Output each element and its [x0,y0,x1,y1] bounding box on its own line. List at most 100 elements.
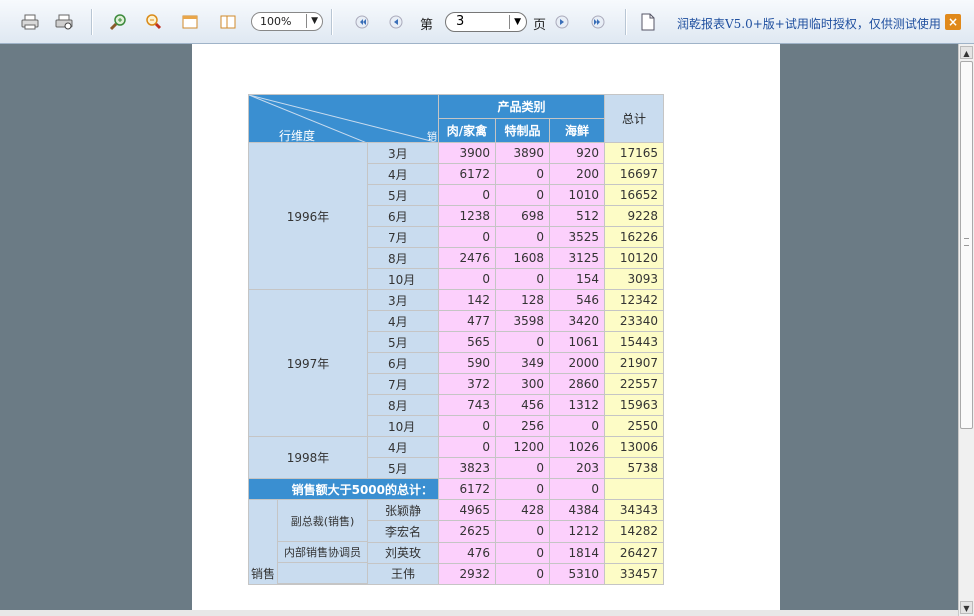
print-icon[interactable] [20,13,40,31]
scrollbar-thumb[interactable] [960,61,973,429]
value-cell: 3890 [495,142,550,164]
value-cell: 0 [495,268,550,290]
value-cell: 3525 [549,226,605,248]
value-cell: 2000 [549,352,605,374]
value-cell: 2625 [438,520,496,543]
page-number-select[interactable]: 3 ▼ [445,12,527,32]
value-cell: 372 [438,373,496,395]
value-cell: 0 [495,562,550,586]
value-cell: 2476 [438,247,496,269]
value-cell: 0 [438,268,496,290]
value-cell: 2860 [549,373,605,395]
value-cell: 1061 [549,331,605,353]
value-cell: 1814 [549,541,605,564]
column-dimension-label: 销 [427,132,437,143]
total-cell: 5738 [604,457,664,479]
table-row: 销售 副总裁(销售) 内部销售协调员 张颖静 4965 428 4384 34343 [248,498,664,585]
export-icon[interactable] [180,13,200,31]
total-cell: 13006 [604,436,664,458]
value-cell: 512 [549,205,605,227]
month-cell: 6月 [367,352,439,374]
close-icon[interactable]: × [945,14,961,30]
month-cell: 5月 [367,457,439,479]
value-cell: 1200 [495,436,550,458]
total-cell: 23340 [604,310,664,332]
table-row: 1997年 3月 142 128 546 12342 [248,289,664,437]
total-cell: 10120 [604,247,664,269]
value-cell: 1312 [549,394,605,416]
value-cell: 5310 [549,562,605,586]
page-label-prefix: 第 [420,18,434,33]
month-cell: 6月 [367,205,439,227]
total-cell: 14282 [604,520,664,543]
employee-name-cell: 李宏名 [367,520,439,543]
value-cell: 1010 [549,184,605,206]
value-cell: 2932 [438,562,496,586]
month-cell: 4月 [367,436,439,458]
job-title-cell: 副总裁(销售) [278,501,367,542]
value-cell: 0 [495,541,550,564]
value-cell: 0 [495,331,550,353]
value-cell: 477 [438,310,496,332]
value-cell: 743 [438,394,496,416]
year-cell: 1996年 [248,142,368,290]
value-cell: 256 [495,415,550,437]
month-cell: 10月 [367,268,439,290]
zoom-select[interactable]: 100% ▼ [251,12,323,31]
value-cell: 1026 [549,436,605,458]
month-cell: 8月 [367,394,439,416]
total-cell: 26427 [604,541,664,564]
value-cell: 0 [438,436,496,458]
value-cell: 920 [549,142,605,164]
scroll-down-icon[interactable]: ▼ [960,601,973,614]
value-cell: 0 [495,226,550,248]
save-doc-icon[interactable] [638,13,658,31]
next-page-icon[interactable] [552,13,572,31]
value-cell: 0 [495,163,550,185]
value-cell: 3823 [438,457,496,479]
prev-page-icon[interactable] [386,13,406,31]
last-page-icon[interactable] [588,13,608,31]
value-cell: 349 [495,352,550,374]
summary-row: 销售额大于5000的总计： 6172 0 0 [248,478,664,500]
vertical-scrollbar[interactable]: ▲ ▼ [958,44,974,616]
value-cell: 546 [549,289,605,311]
total-cell: 3093 [604,268,664,290]
value-cell: 0 [495,184,550,206]
print-preview-icon[interactable] [54,13,74,31]
total-cell: 21907 [604,352,664,374]
chevron-down-icon[interactable]: ▼ [509,15,521,29]
total-cell: 15443 [604,331,664,353]
value-cell: 476 [438,541,496,564]
month-cell: 7月 [367,226,439,248]
product-category-header: 产品类别 [438,94,605,119]
toolbar-separator [331,9,333,35]
report-table: 行维度 销 产品类别 总计 肉/家禽 特制品 海鲜 1996年 3月 3900 389… [248,94,664,586]
job-title-cell: 内部销售协调员 [278,542,367,563]
year-cell: 1997年 [248,289,368,437]
value-cell: 142 [438,289,496,311]
value-cell: 565 [438,331,496,353]
value-cell: 128 [495,289,550,311]
value-cell: 154 [549,268,605,290]
value-cell: 0 [495,478,550,500]
first-page-icon[interactable] [352,13,372,31]
summary-label: 销售额大于5000的总计： [248,478,439,500]
total-cell: 33457 [604,562,664,586]
total-cell: 34343 [604,498,664,522]
total-cell: 22557 [604,373,664,395]
layout-icon[interactable] [218,13,238,31]
value-cell: 0 [495,457,550,479]
total-cell: 2550 [604,415,664,437]
value-cell: 203 [549,457,605,479]
scroll-up-icon[interactable]: ▲ [960,46,973,59]
table-row: 1998年 4月 0 1200 1026 13006 [248,436,664,479]
total-cell: 16226 [604,226,664,248]
horizontal-scrollbar[interactable] [0,610,958,616]
zoom-in-icon[interactable] [108,13,128,31]
year-cell: 1998年 [248,436,368,479]
value-cell: 3125 [549,247,605,269]
chevron-down-icon[interactable]: ▼ [306,14,318,28]
month-cell: 3月 [367,289,439,311]
zoom-out-icon[interactable] [143,13,163,31]
